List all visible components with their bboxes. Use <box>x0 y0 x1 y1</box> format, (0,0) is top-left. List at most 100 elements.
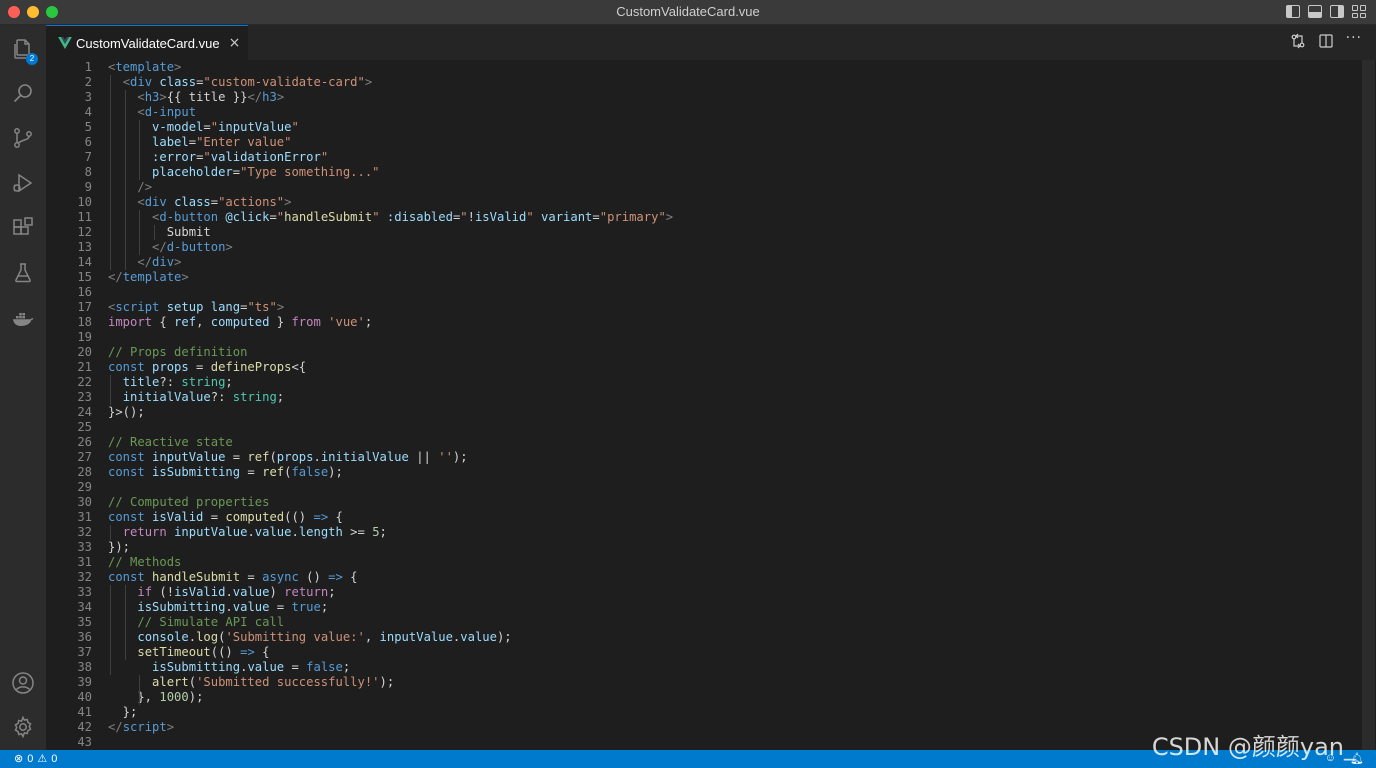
code-line[interactable]: :error="validationError" <box>108 150 1356 165</box>
warning-count: 0 <box>51 752 58 765</box>
line-number: 24 <box>77 405 92 419</box>
code-line[interactable]: title?: string; <box>108 375 1356 390</box>
line-number: 18 <box>77 315 92 329</box>
indent-guide <box>110 75 111 270</box>
code-line[interactable]: <script setup lang="ts"> <box>108 300 1356 315</box>
code-area[interactable]: <template> <div class="custom-validate-c… <box>108 60 1356 750</box>
code-line[interactable]: // Reactive state <box>108 435 1356 450</box>
code-line[interactable]: // Props definition <box>108 345 1356 360</box>
extensions-button[interactable] <box>0 208 46 248</box>
error-count: 0 <box>27 752 34 765</box>
code-line[interactable]: const isSubmitting = ref(false); <box>108 465 1356 480</box>
run-debug-icon <box>13 173 33 193</box>
line-number: 22 <box>77 375 92 389</box>
source-control-button[interactable] <box>0 118 46 158</box>
code-line[interactable] <box>108 330 1356 345</box>
toggle-panel-icon[interactable] <box>1308 5 1322 18</box>
line-number: 4 <box>84 105 92 119</box>
line-number: 16 <box>77 285 92 299</box>
code-line[interactable]: placeholder="Type something..." <box>108 165 1356 180</box>
code-line[interactable]: alert('Submitted successfully!'); <box>108 675 1356 690</box>
line-number: 2 <box>84 75 92 89</box>
code-line[interactable]: <d-button @click="handleSubmit" :disable… <box>108 210 1356 225</box>
search-icon <box>13 84 32 103</box>
code-line[interactable]: import { ref, computed } from 'vue'; <box>108 315 1356 330</box>
tab-label: CustomValidateCard.vue <box>76 35 220 51</box>
code-line[interactable]: initialValue?: string; <box>108 390 1356 405</box>
code-line[interactable]: <div class="actions"> <box>108 195 1356 210</box>
line-number: 7 <box>84 150 92 164</box>
code-line[interactable]: label="Enter value" <box>108 135 1356 150</box>
code-line[interactable]: return inputValue.value.length >= 5; <box>108 525 1356 540</box>
code-editor[interactable]: 1 2 3 4 5 6 7 8 9 10 11 12 13 14 15 16 17 18 19 20 21 22 23 24 2… <box>46 60 1376 750</box>
line-number: 29 <box>77 480 92 494</box>
code-line[interactable]: /> <box>108 180 1356 195</box>
search-button[interactable] <box>0 73 46 113</box>
code-line[interactable] <box>108 480 1356 495</box>
toggle-secondary-sidebar-icon[interactable] <box>1330 5 1344 18</box>
docker-icon <box>13 313 34 326</box>
line-number: 37 <box>77 645 92 659</box>
line-number: 6 <box>84 135 92 149</box>
code-line[interactable]: </d-button> <box>108 240 1356 255</box>
code-line[interactable] <box>108 420 1356 435</box>
run-debug-button[interactable] <box>0 163 46 203</box>
code-line[interactable]: }>(); <box>108 405 1356 420</box>
explorer-badge: 2 <box>26 53 38 65</box>
open-changes-icon[interactable] <box>1290 33 1306 49</box>
code-line[interactable]: isSubmitting.value = false; <box>108 660 1356 675</box>
code-line[interactable]: if (!isValid.value) return; <box>108 585 1356 600</box>
code-line[interactable]: // Simulate API call <box>108 615 1356 630</box>
accounts-button[interactable] <box>0 663 46 703</box>
toggle-primary-sidebar-icon[interactable] <box>1286 5 1300 18</box>
code-line[interactable]: }); <box>108 540 1356 555</box>
code-line[interactable]: Submit <box>108 225 1356 240</box>
line-number: 11 <box>77 210 92 224</box>
testing-button[interactable] <box>0 253 46 293</box>
manage-button[interactable] <box>0 707 46 747</box>
code-line[interactable]: <d-input <box>108 105 1356 120</box>
code-line[interactable]: // Methods <box>108 555 1356 570</box>
code-line[interactable]: setTimeout(() => { <box>108 645 1356 660</box>
code-line[interactable]: isSubmitting.value = true; <box>108 600 1356 615</box>
tab-close-icon[interactable]: × <box>229 35 241 51</box>
code-line[interactable]: <div class="custom-validate-card"> <box>108 75 1356 90</box>
line-number: 20 <box>77 345 92 359</box>
indent-guide <box>139 210 141 255</box>
line-number: 27 <box>77 450 92 464</box>
scrollbar-thumb[interactable] <box>1363 60 1375 750</box>
explorer-button[interactable]: 2 <box>0 29 46 69</box>
code-line[interactable]: const inputValue = ref(props.initialValu… <box>108 450 1356 465</box>
tab-custom-validate-card[interactable]: CustomValidateCard.vue × <box>46 25 248 60</box>
docker-button[interactable] <box>0 298 46 338</box>
more-actions-icon[interactable]: ··· <box>1346 30 1362 46</box>
line-number: 38 <box>77 660 92 674</box>
indent-guide <box>139 120 141 180</box>
title-bar: CustomValidateCard.vue <box>0 0 1376 25</box>
line-number-gutter: 1 2 3 4 5 6 7 8 9 10 11 12 13 14 15 16 17 18 19 20 21 22 23 24 2… <box>46 60 92 750</box>
code-line[interactable]: const handleSubmit = async () => { <box>108 570 1356 585</box>
problems-indicator[interactable]: ⊗ 0 ⚠ 0 <box>14 752 58 766</box>
code-line[interactable]: // Computed properties <box>108 495 1356 510</box>
code-line[interactable]: }; <box>108 705 1356 720</box>
code-line[interactable]: </div> <box>108 255 1356 270</box>
code-line[interactable]: <template> <box>108 60 1356 75</box>
code-line[interactable]: }, 1000); <box>108 690 1356 705</box>
code-line[interactable]: </template> <box>108 270 1356 285</box>
code-line[interactable] <box>108 285 1356 300</box>
code-line[interactable]: v-model="inputValue" <box>108 120 1356 135</box>
code-line[interactable]: const isValid = computed(() => { <box>108 510 1356 525</box>
line-number: 3 <box>84 90 92 104</box>
code-line[interactable]: console.log('Submitting value:', inputVa… <box>108 630 1356 645</box>
customize-layout-icon[interactable] <box>1352 5 1366 18</box>
indent-guide <box>154 225 156 240</box>
split-editor-icon[interactable] <box>1318 33 1334 49</box>
line-number: 43 <box>77 735 92 749</box>
line-number: 28 <box>77 465 92 479</box>
vertical-scrollbar[interactable] <box>1362 60 1376 750</box>
code-line[interactable]: const props = defineProps<{ <box>108 360 1356 375</box>
line-number: 23 <box>77 390 92 404</box>
testing-icon <box>15 263 31 283</box>
code-line[interactable]: <h3>{{ title }}</h3> <box>108 90 1356 105</box>
line-number: 1 <box>84 60 92 74</box>
